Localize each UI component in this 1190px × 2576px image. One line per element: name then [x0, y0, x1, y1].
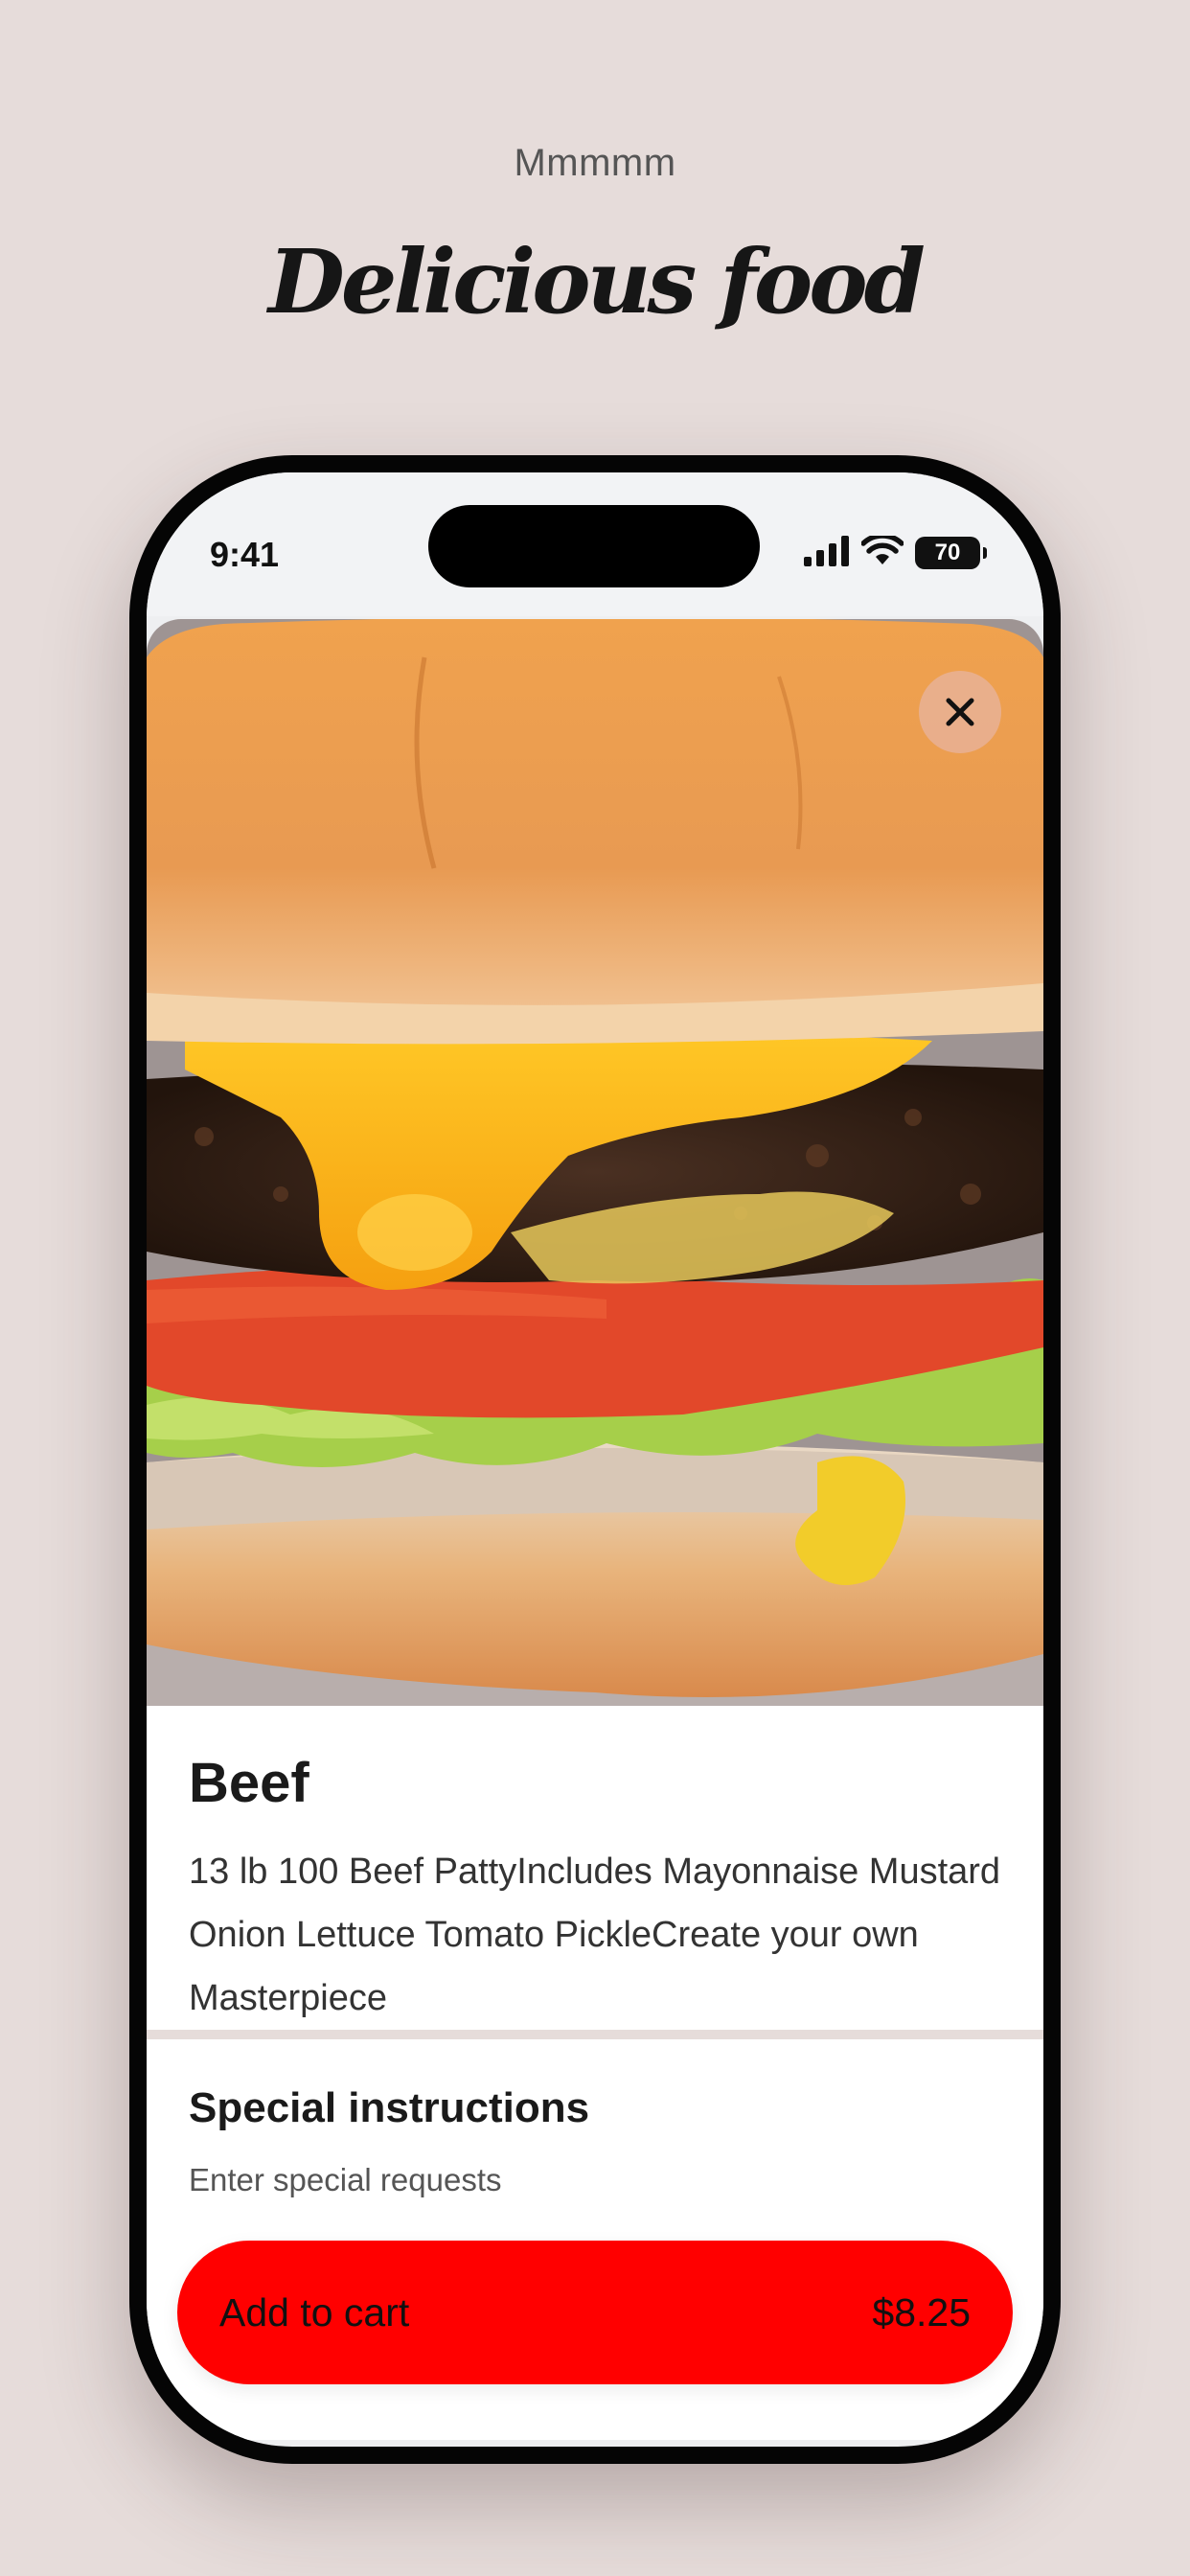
cart-price: $8.25: [872, 2289, 971, 2334]
wifi-icon: [860, 532, 904, 571]
add-to-cart-button[interactable]: Add to cart $8.25: [177, 2241, 1013, 2384]
close-icon: [944, 696, 976, 728]
phone-screen: 9:41 70 Beef 13 lb 100 Beef PattyInclude…: [147, 472, 1043, 2447]
special-instructions-title: Special instructions: [189, 2084, 590, 2131]
product-description: 13 lb 100 Beef PattyIncludes Mayonnaise …: [189, 1852, 1001, 2018]
special-instructions-section: Special instructions: [147, 2039, 1043, 2198]
product-sheet: Beef 13 lb 100 Beef PattyIncludes Mayonn…: [147, 619, 1043, 2440]
status-bar: 9:41 70: [147, 472, 1043, 616]
page-headline: Delicious food: [268, 230, 926, 334]
product-details: Beef 13 lb 100 Beef PattyIncludes Mayonn…: [147, 1706, 1043, 2030]
battery-level: 70: [934, 540, 961, 565]
close-button[interactable]: [919, 671, 1001, 753]
battery-icon: 70: [915, 537, 987, 569]
section-divider: [147, 2030, 1043, 2039]
eyebrow-text: Mmmmm: [514, 142, 676, 184]
status-icons: 70: [804, 532, 987, 572]
dynamic-island: [428, 505, 760, 587]
add-to-cart-label: Add to cart: [219, 2289, 410, 2334]
burger-photo: [147, 619, 1043, 1706]
status-time: 9:41: [210, 535, 280, 574]
signal-icon: [804, 535, 850, 571]
special-instructions-input[interactable]: [189, 2162, 1001, 2198]
product-name: Beef: [189, 1752, 309, 1814]
phone-frame: 9:41 70 Beef 13 lb 100 Beef PattyInclude…: [129, 455, 1061, 2464]
